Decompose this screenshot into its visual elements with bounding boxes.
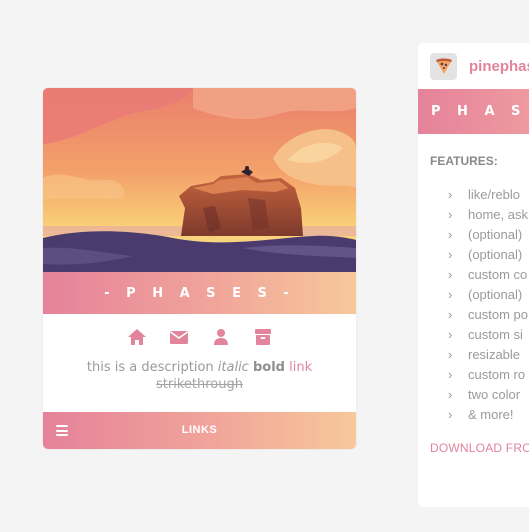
feature-text: custom co — [468, 266, 528, 282]
chevron-right-icon: › — [448, 226, 453, 242]
list-item: › & more! — [448, 404, 528, 424]
archive-icon[interactable] — [252, 326, 274, 348]
header-illustration — [43, 88, 356, 272]
chevron-right-icon: › — [448, 386, 453, 402]
feature-text: like/reblo — [468, 186, 521, 202]
chevron-right-icon: › — [448, 366, 453, 382]
features-list: › like/reblo › home, ask › (optional) › (opt… — [448, 184, 528, 424]
pizza-slice-icon — [435, 58, 452, 74]
panel-title: P H A S E S — [431, 104, 529, 119]
blog-name-link[interactable]: pinephas — [469, 58, 529, 75]
description-bold: bold — [252, 360, 285, 375]
feature-text: custom si — [468, 326, 523, 342]
list-item: › two color — [448, 384, 528, 404]
list-item: › resizable — [448, 344, 528, 364]
list-item: › custom po — [448, 304, 528, 324]
feature-text: (optional) — [468, 286, 523, 302]
theme-title-band: - P H A S E S - — [43, 272, 356, 314]
chevron-right-icon: › — [448, 206, 453, 222]
list-item: › custom si — [448, 324, 528, 344]
list-item: › home, ask — [448, 204, 528, 224]
chevron-right-icon: › — [448, 326, 453, 342]
download-link[interactable]: DOWNLOAD FRO — [430, 441, 529, 455]
feature-text: custom ro — [468, 366, 526, 382]
panel-header: pinephas — [430, 52, 529, 80]
nav-icon-row — [43, 326, 356, 350]
description-strikethrough: strikethrough — [156, 377, 243, 392]
feature-text: custom po — [468, 306, 528, 322]
panel-title-band: P H A S E S — [418, 89, 529, 134]
features-heading: FEATURES: — [430, 154, 498, 168]
chevron-right-icon: › — [448, 406, 453, 422]
description-link[interactable]: link — [289, 360, 312, 375]
feature-text: (optional) — [468, 226, 523, 242]
description-text: this is a description — [86, 360, 214, 375]
mail-icon[interactable] — [168, 326, 190, 348]
links-bar[interactable]: LINKS — [43, 412, 356, 449]
chevron-right-icon: › — [448, 246, 453, 262]
theme-title: - P H A S E S - — [104, 285, 295, 301]
list-item: › (optional) — [448, 224, 528, 244]
home-icon[interactable] — [126, 326, 148, 348]
chevron-right-icon: › — [448, 266, 453, 282]
chevron-right-icon: › — [448, 286, 453, 302]
list-item: › (optional) — [448, 244, 528, 264]
feature-text: resizable — [468, 346, 521, 362]
theme-info-panel: pinephas P H A S E S FEATURES: › like/reb… — [418, 43, 529, 507]
chevron-right-icon: › — [448, 346, 453, 362]
theme-description: this is a description italic bold link s… — [63, 359, 336, 393]
list-item: › like/reblo — [448, 184, 528, 204]
user-icon[interactable] — [210, 326, 232, 348]
description-italic: italic — [217, 360, 249, 375]
feature-text: home, ask — [468, 206, 528, 222]
avatar[interactable] — [430, 52, 457, 80]
list-item: › custom co — [448, 264, 528, 284]
feature-text: two color — [468, 386, 521, 402]
feature-text: (optional) — [468, 246, 523, 262]
links-label[interactable]: LINKS — [43, 424, 356, 436]
list-item: › (optional) — [448, 284, 528, 304]
feature-text: & more! — [468, 406, 514, 422]
theme-preview-card: - P H A S E S - this is a description it… — [43, 88, 356, 449]
chevron-right-icon: › — [448, 186, 453, 202]
chevron-right-icon: › — [448, 306, 453, 322]
list-item: › custom ro — [448, 364, 528, 384]
